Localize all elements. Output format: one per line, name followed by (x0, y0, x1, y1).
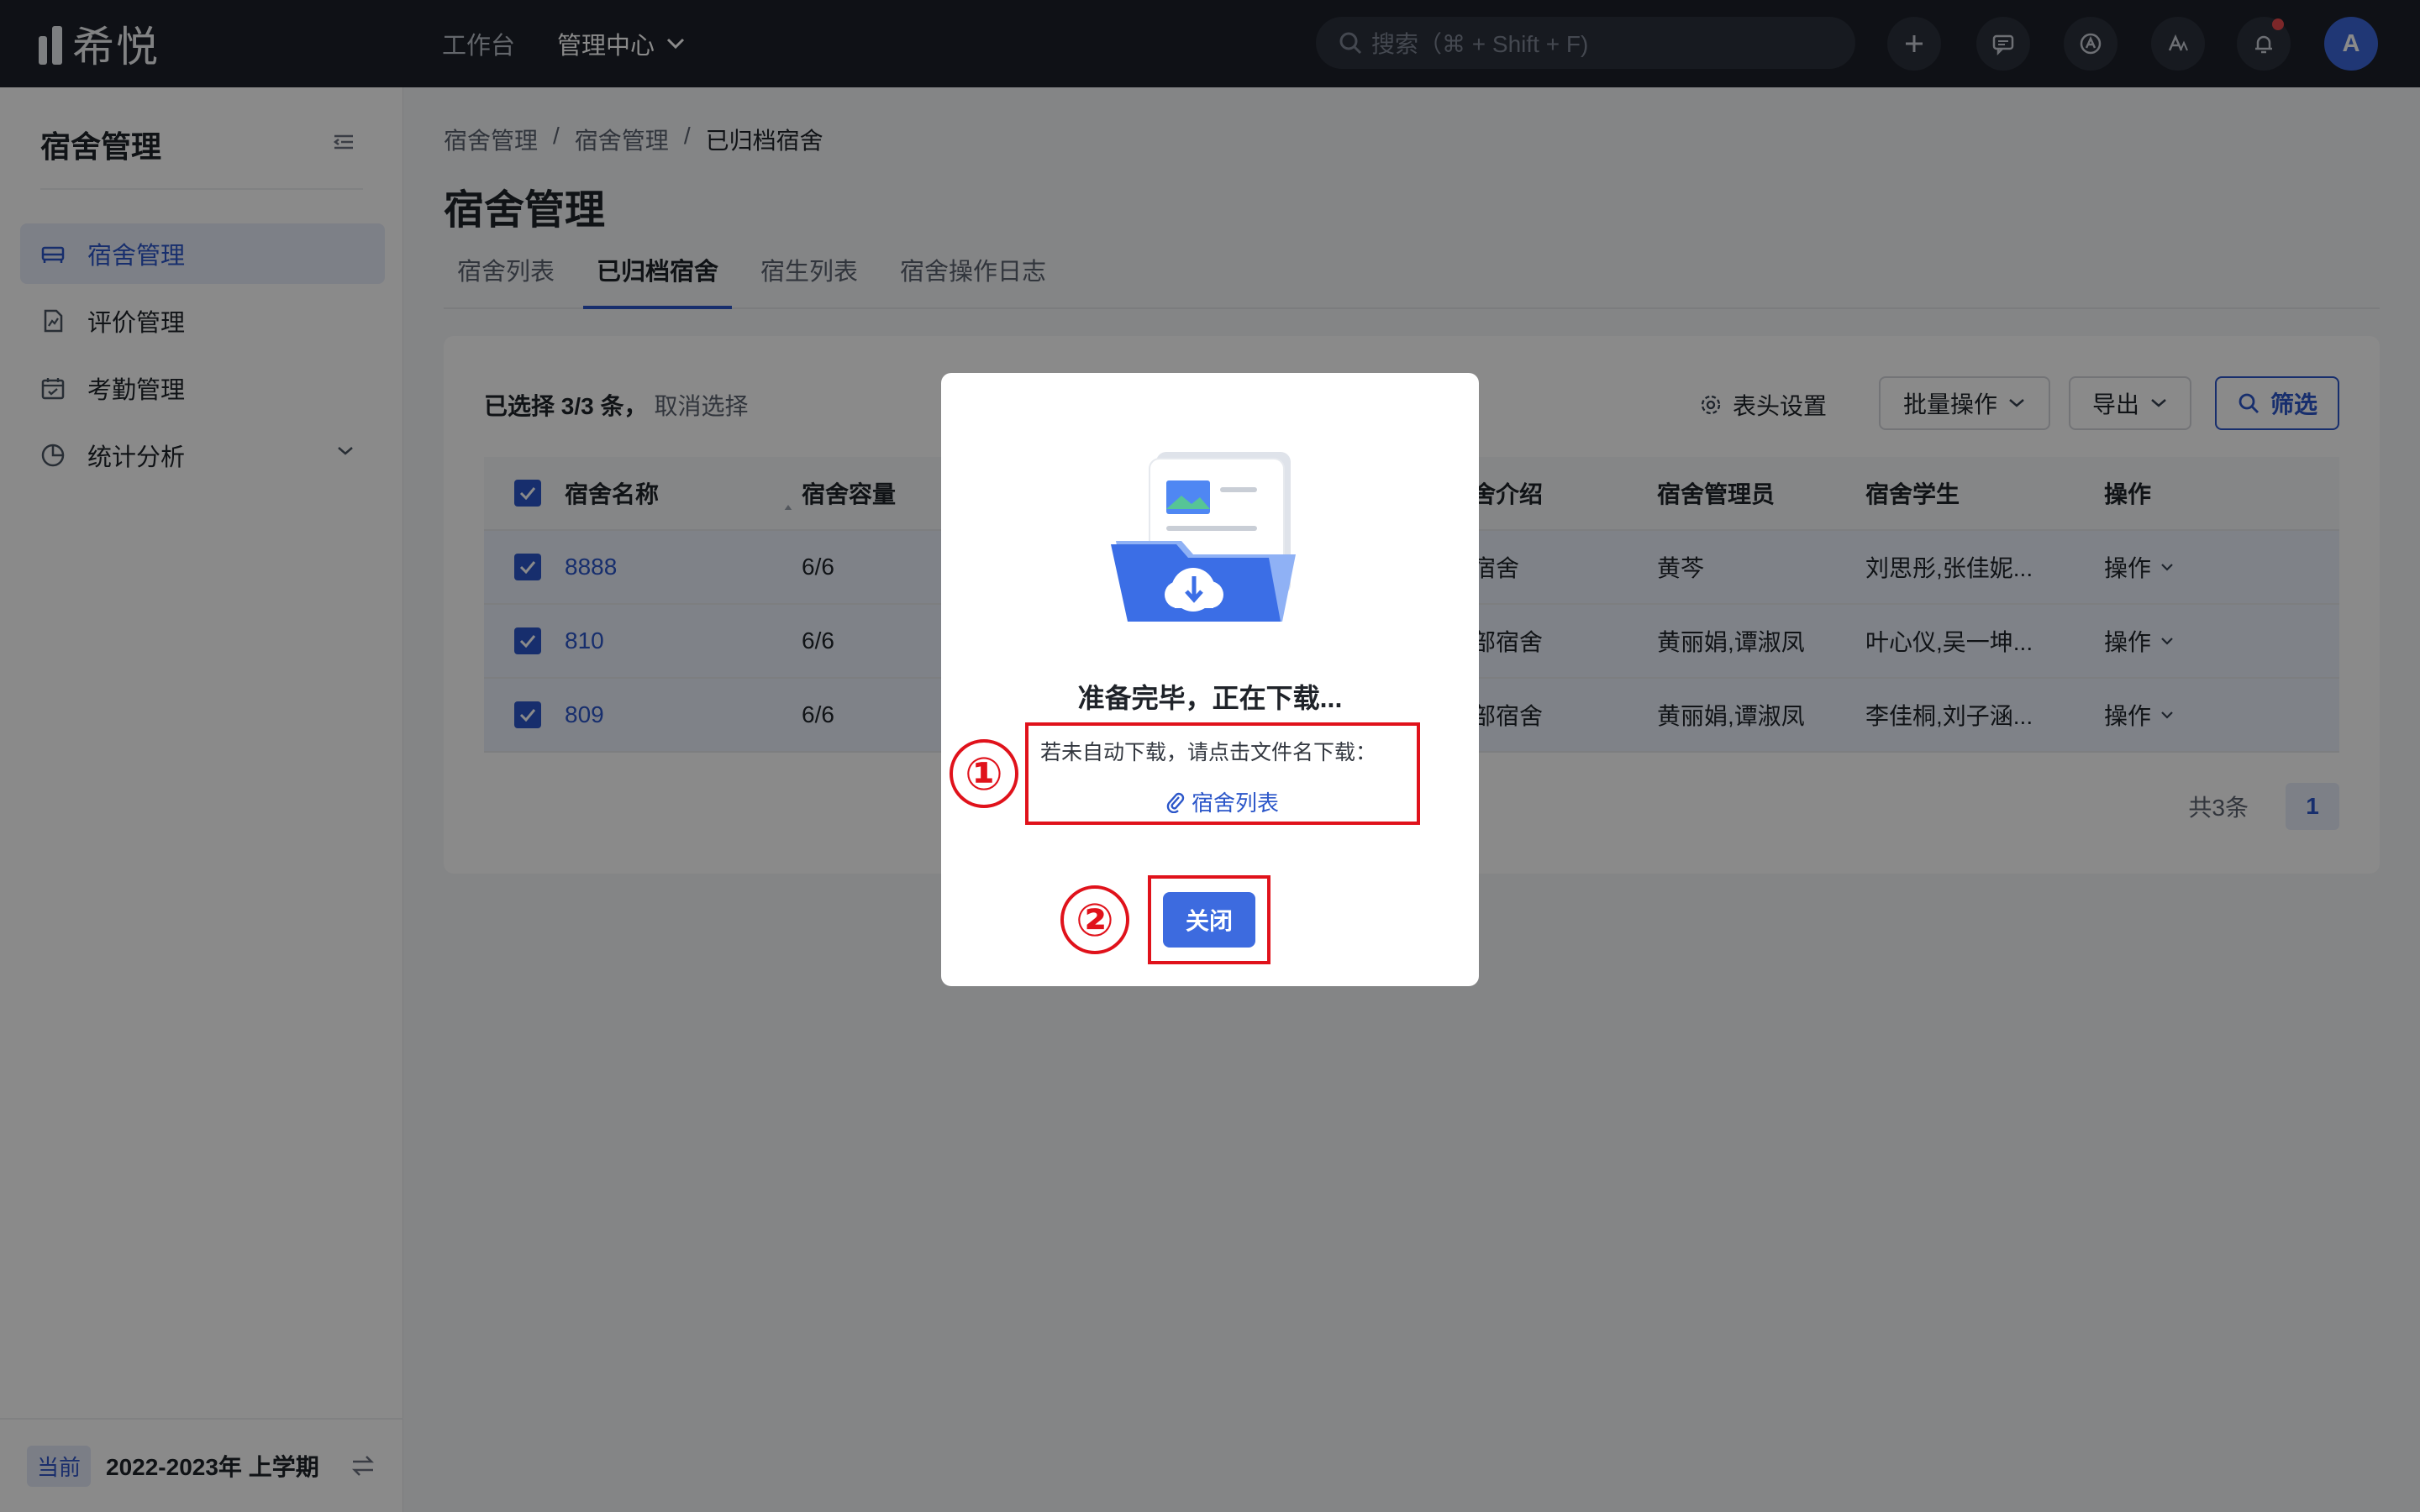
download-modal: 准备完毕，正在下载... 若未自动下载，请点击文件名下载： 宿舍列表 关闭 (941, 373, 1479, 986)
folder-download-icon (1111, 452, 1296, 622)
annotation-step-1: ① (950, 739, 1018, 808)
download-hint: 若未自动下载，请点击文件名下载： (1040, 741, 1377, 764)
file-download-link[interactable]: 宿舍列表 (1028, 786, 1417, 817)
annotation-highlight-box: 若未自动下载，请点击文件名下载： 宿舍列表 (1025, 722, 1420, 825)
annotation-step-2: ② (1060, 885, 1129, 954)
file-link-label: 宿舍列表 (1191, 790, 1279, 816)
modal-title: 准备完毕，正在下载... (1077, 683, 1343, 713)
close-button[interactable]: 关闭 (1163, 892, 1255, 948)
annotation-highlight-box: 关闭 (1148, 875, 1270, 964)
paperclip-icon (1166, 792, 1185, 813)
